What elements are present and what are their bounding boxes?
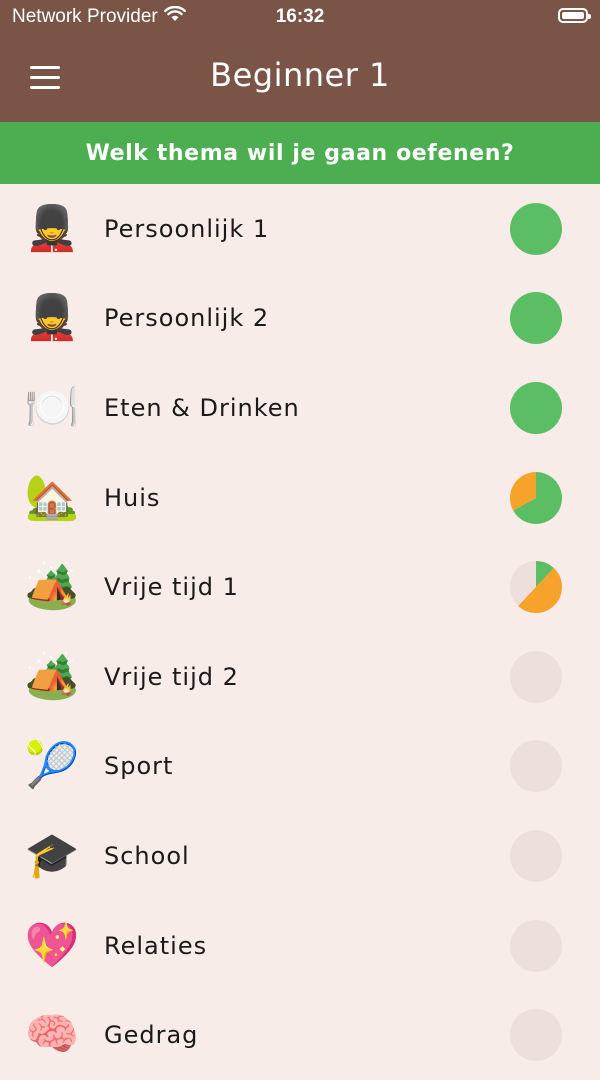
graduation-cap-icon: 🎓	[24, 829, 80, 881]
theme-item[interactable]: 🏡 Huis	[0, 453, 600, 543]
theme-item[interactable]: 🧠 Gedrag	[0, 990, 600, 1080]
theme-label: Eten & Drinken	[104, 393, 300, 422]
progress-green-slice	[510, 292, 562, 345]
progress-remaining	[510, 650, 562, 703]
theme-item[interactable]: 💂 Persoonlijk 1	[0, 184, 600, 274]
nav-bar: Beginner 1	[0, 34, 600, 122]
theme-item[interactable]: 💖 Relaties	[0, 901, 600, 991]
theme-prompt-banner: Welk thema wil je gaan oefenen?	[0, 122, 600, 184]
camping-icon: 🏕️	[24, 650, 80, 702]
status-bar: Network Provider 16:32	[0, 0, 600, 34]
progress-pie-icon	[510, 471, 562, 524]
progress-remaining	[510, 829, 562, 882]
theme-item[interactable]: 🏕️ Vrije tijd 1	[0, 542, 600, 632]
plate-fork-knife-icon: 🍽️	[24, 381, 80, 433]
progress-remaining	[510, 919, 562, 972]
theme-item[interactable]: 🍽️ Eten & Drinken	[0, 363, 600, 453]
guard-icon: 💂	[24, 202, 80, 254]
brain-icon: 🧠	[24, 1009, 80, 1061]
battery-icon	[558, 8, 591, 23]
camping-icon: 🏕️	[24, 561, 80, 613]
page-title: Beginner 1	[210, 56, 390, 94]
progress-pie-icon	[510, 561, 562, 614]
progress-pie-icon	[510, 829, 562, 882]
progress-pie-icon	[510, 919, 562, 972]
theme-label: Persoonlijk 1	[104, 214, 270, 243]
progress-pie-icon	[510, 1009, 562, 1062]
progress-remaining	[510, 1009, 562, 1062]
theme-label: Huis	[104, 483, 161, 512]
progress-remaining	[510, 740, 562, 793]
theme-item[interactable]: 🎓 School	[0, 811, 600, 901]
tennis-ball-icon: 🎾	[24, 740, 80, 792]
theme-label: Vrije tijd 2	[104, 662, 239, 691]
progress-pie-icon	[510, 381, 562, 434]
progress-pie-icon	[510, 202, 562, 255]
theme-label: Vrije tijd 1	[104, 573, 239, 602]
status-time: 16:32	[275, 6, 325, 27]
progress-pie-icon	[510, 740, 562, 793]
theme-item[interactable]: 🏕️ Vrije tijd 2	[0, 632, 600, 722]
theme-label: Sport	[104, 752, 174, 781]
theme-item[interactable]: 🎾 Sport	[0, 722, 600, 812]
theme-label: Gedrag	[104, 1021, 199, 1050]
app-header: Network Provider 16:32 Beginner 1	[0, 0, 600, 122]
theme-label: School	[104, 841, 190, 870]
theme-item[interactable]: 💂 Persoonlijk 2	[0, 274, 600, 364]
sparkling-heart-icon: 💖	[24, 919, 80, 971]
theme-label: Persoonlijk 2	[104, 304, 270, 333]
guard-icon: 💂	[24, 292, 80, 344]
progress-green-slice	[510, 381, 562, 434]
house-garden-icon: 🏡	[24, 471, 80, 523]
progress-green-slice	[510, 202, 562, 255]
progress-pie-icon	[510, 650, 562, 703]
progress-pie-icon	[510, 292, 562, 345]
theme-label: Relaties	[104, 931, 208, 960]
theme-list: 💂 Persoonlijk 1 💂 Persoonlijk 2 🍽️ Eten & Dri…	[0, 184, 600, 1080]
